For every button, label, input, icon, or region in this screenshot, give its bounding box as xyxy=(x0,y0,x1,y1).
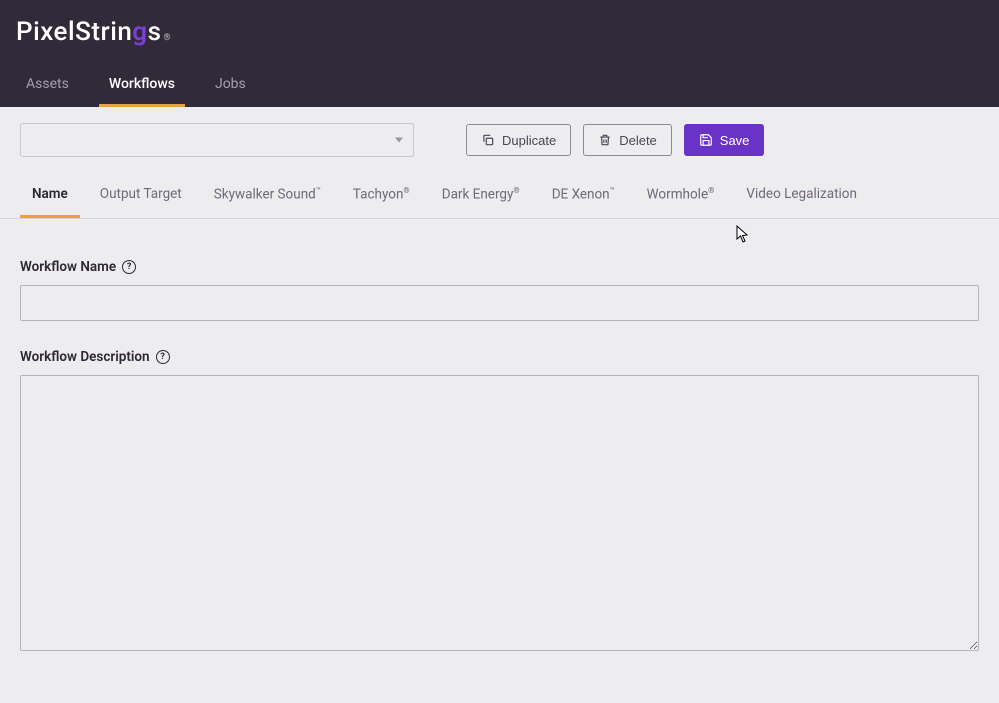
content: Workflow Name ? Workflow Description ? xyxy=(0,219,999,703)
tab-label: Name xyxy=(32,186,68,202)
tab-tachyon[interactable]: Tachyon® xyxy=(341,173,422,218)
tab-label: Dark Energy xyxy=(442,187,514,203)
tab-dark-energy[interactable]: Dark Energy® xyxy=(430,173,532,218)
tab-label: Output Target xyxy=(100,186,182,202)
field-workflow-name: Workflow Name ? xyxy=(20,259,979,321)
tab-sup: ® xyxy=(708,186,714,195)
workflow-name-label: Workflow Name xyxy=(20,259,116,275)
tab-output-target[interactable]: Output Target xyxy=(88,173,194,218)
chevron-down-icon xyxy=(395,138,403,143)
logo-text-a: PixelStrin xyxy=(16,17,132,47)
tab-label: Tachyon xyxy=(353,187,404,203)
workflow-select[interactable] xyxy=(20,123,414,157)
help-icon[interactable]: ? xyxy=(156,350,170,364)
tab-label: DE Xenon xyxy=(552,187,610,203)
duplicate-button[interactable]: Duplicate xyxy=(466,124,571,156)
field-workflow-description: Workflow Description ? xyxy=(20,349,979,655)
delete-label: Delete xyxy=(619,133,657,148)
delete-button[interactable]: Delete xyxy=(583,124,672,156)
save-label: Save xyxy=(720,133,750,148)
nav-assets[interactable]: Assets xyxy=(16,63,79,107)
logo-tm: ® xyxy=(163,33,171,43)
tab-de-xenon[interactable]: DE Xenon™ xyxy=(540,173,627,218)
logo-accent-g: g xyxy=(132,17,147,47)
toolbar: Duplicate Delete Save xyxy=(0,107,999,161)
trash-icon xyxy=(598,133,612,147)
nav-workflows[interactable]: Workflows xyxy=(99,63,185,107)
logo-text-b: s xyxy=(148,17,162,47)
tab-wormhole[interactable]: Wormhole® xyxy=(635,173,727,218)
tab-sup: ™ xyxy=(316,186,321,195)
nav-jobs[interactable]: Jobs xyxy=(205,63,256,107)
duplicate-icon xyxy=(481,133,495,147)
help-icon[interactable]: ? xyxy=(122,260,136,274)
workflow-subtabs: Name Output Target Skywalker Sound™ Tach… xyxy=(0,173,999,219)
tab-label: Video Legalization xyxy=(746,186,857,202)
tab-sup: ™ xyxy=(610,186,615,195)
workflow-desc-label: Workflow Description xyxy=(20,349,150,365)
tab-skywalker-sound[interactable]: Skywalker Sound™ xyxy=(202,173,333,218)
tab-name[interactable]: Name xyxy=(20,173,80,218)
save-button[interactable]: Save xyxy=(684,124,765,156)
workflow-desc-label-row: Workflow Description ? xyxy=(20,349,979,365)
duplicate-label: Duplicate xyxy=(502,133,556,148)
app-header: PixelStrings® xyxy=(0,0,999,63)
save-icon xyxy=(699,133,713,147)
tab-sup: ® xyxy=(513,186,519,195)
workflow-name-input[interactable] xyxy=(20,285,979,321)
workflow-name-label-row: Workflow Name ? xyxy=(20,259,979,275)
tab-sup: ® xyxy=(403,186,409,195)
tab-label: Skywalker Sound xyxy=(214,187,316,203)
logo: PixelStrings® xyxy=(16,17,171,47)
tab-video-legalization[interactable]: Video Legalization xyxy=(734,173,869,218)
primary-nav: Assets Workflows Jobs xyxy=(0,63,999,107)
tab-label: Wormhole xyxy=(647,187,708,203)
workflow-description-input[interactable] xyxy=(20,375,979,651)
